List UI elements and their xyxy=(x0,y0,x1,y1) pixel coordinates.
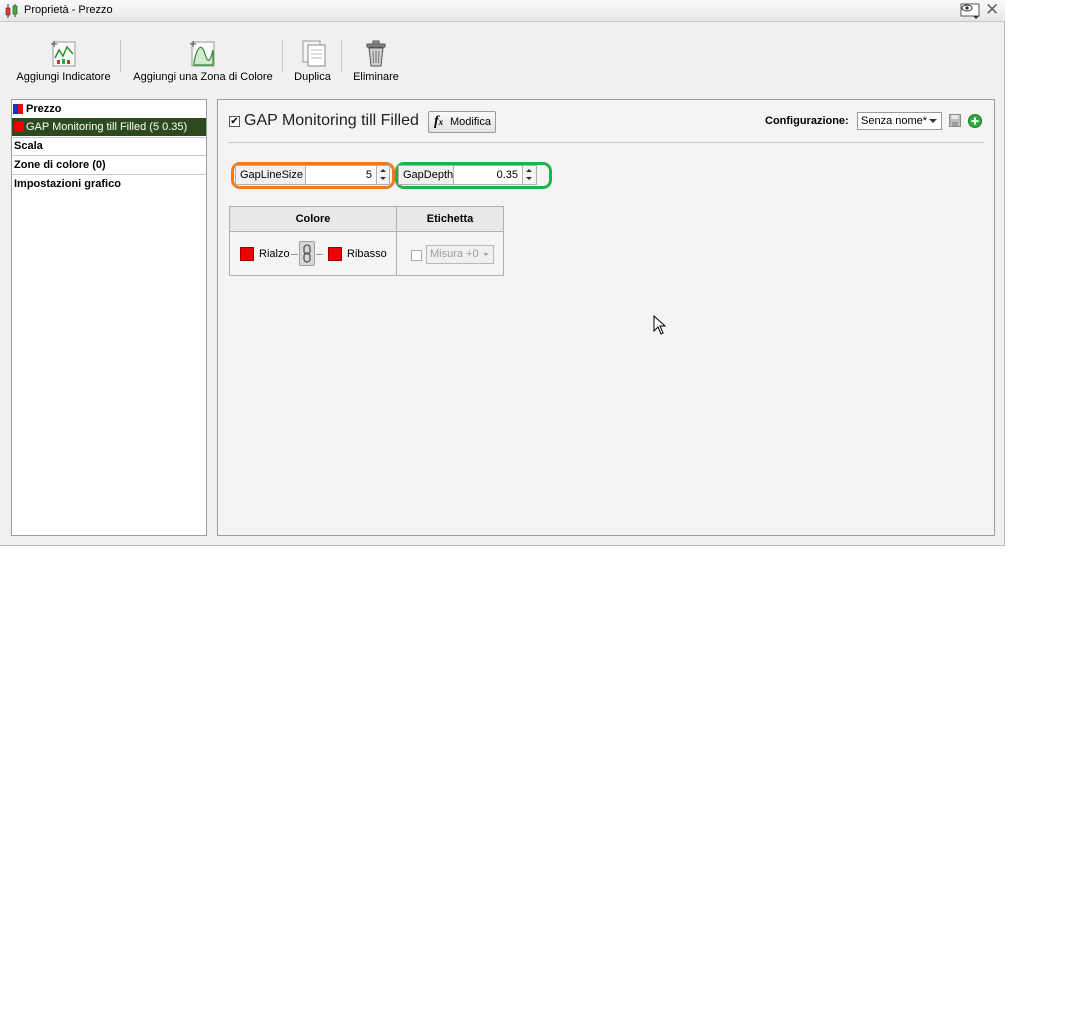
trash-icon xyxy=(366,40,386,67)
svg-text:+: + xyxy=(50,39,58,50)
gap-depth-spinner[interactable] xyxy=(522,166,534,184)
tree-item-color-zones-label: Zone di colore (0) xyxy=(14,159,106,171)
duplicate-label: Duplica xyxy=(294,71,331,83)
indicator-settings-panel: ✔ GAP Monitoring till Filled fx Modifica… xyxy=(217,99,995,536)
gap-line-size-spinner[interactable] xyxy=(376,166,388,184)
spin-down-icon xyxy=(380,177,386,180)
up-color-label: Rialzo xyxy=(259,248,290,260)
add-indicator-icon: + xyxy=(50,39,75,67)
add-indicator-label: Aggiungi Indicatore xyxy=(16,71,111,83)
tree-item-gap-indicator-label: GAP Monitoring till Filled (5 0.35) xyxy=(26,121,188,133)
gap-line-size-input[interactable]: 5 xyxy=(305,166,376,184)
link-line xyxy=(316,254,323,255)
duplicate-icon xyxy=(302,40,325,67)
down-color-swatch[interactable] xyxy=(328,247,342,261)
tree-item-color-zones[interactable]: Zone di colore (0) xyxy=(12,156,206,174)
toolbar: + Aggiungi Indicatore + Aggiungi una Zon… xyxy=(0,22,1005,92)
add-indicator-button[interactable]: + Aggiungi Indicatore xyxy=(16,38,111,83)
up-color-swatch[interactable] xyxy=(240,247,254,261)
configuration-select[interactable]: Senza nome* xyxy=(857,112,942,130)
duplicate-button[interactable]: Duplica xyxy=(290,38,335,83)
indicator-color-icon xyxy=(14,122,24,132)
indicator-name: GAP Monitoring till Filled xyxy=(244,112,419,129)
add-color-zone-icon: + xyxy=(189,39,215,67)
tree-item-price-label: Prezzo xyxy=(26,103,62,115)
edit-indicator-button[interactable]: fx Modifica xyxy=(428,111,496,133)
color-label-table: Colore Etichetta Rialzo Ribasso Misura +… xyxy=(229,206,504,276)
indicator-enabled-checkbox[interactable]: ✔ xyxy=(229,116,240,127)
window-title: Proprietà - Prezzo xyxy=(24,4,113,16)
down-color-label: Ribasso xyxy=(347,248,387,260)
toolbar-divider xyxy=(341,40,342,72)
tree-item-scale-label: Scala xyxy=(14,140,43,152)
title-bar: Proprietà - Prezzo ✕ xyxy=(0,0,1005,22)
tree-item-gap-indicator[interactable]: GAP Monitoring till Filled (5 0.35) xyxy=(12,118,206,136)
spin-up-icon xyxy=(526,169,532,172)
properties-tree: Prezzo GAP Monitoring till Filled (5 0.3… xyxy=(11,99,207,536)
tree-item-scale[interactable]: Scala xyxy=(12,137,206,155)
close-icon[interactable]: ✕ xyxy=(985,1,999,19)
add-configuration-icon[interactable] xyxy=(968,114,982,128)
gap-depth-label: GapDepth xyxy=(403,169,454,181)
toolbar-divider xyxy=(282,40,283,72)
label-measure-value: Misura +0 xyxy=(430,248,479,260)
eye-visibility-icon[interactable] xyxy=(958,2,982,20)
header-divider xyxy=(228,142,984,143)
svg-text:+: + xyxy=(189,39,197,50)
spin-up-icon xyxy=(380,169,386,172)
tree-item-chart-settings-label: Impostazioni grafico xyxy=(14,178,121,190)
label-column-header: Etichetta xyxy=(397,207,503,232)
spin-down-icon xyxy=(526,177,532,180)
chevron-down-icon xyxy=(929,119,937,123)
mouse-cursor-icon xyxy=(653,315,667,335)
edit-indicator-label: Modifica xyxy=(450,116,491,128)
gap-depth-input[interactable]: 0.35 xyxy=(453,166,522,184)
gap-line-size-label: GapLineSize xyxy=(240,169,303,181)
price-color-icon xyxy=(13,104,23,114)
gap-depth-param: GapDepth 0.35 xyxy=(398,165,537,185)
candlestick-app-icon xyxy=(5,4,18,18)
label-measure-select[interactable]: Misura +0 xyxy=(426,245,494,264)
configuration-label: Configurazione: xyxy=(765,115,849,127)
fx-icon: fx xyxy=(434,114,444,129)
link-line xyxy=(291,254,298,255)
column-divider xyxy=(396,207,397,275)
properties-window: Proprietà - Prezzo ✕ + Aggiungi Indicato… xyxy=(0,0,1005,546)
save-icon[interactable] xyxy=(949,114,961,127)
configuration-selected-value: Senza nome* xyxy=(861,115,928,127)
tree-item-chart-settings[interactable]: Impostazioni grafico xyxy=(12,175,206,193)
label-enabled-checkbox[interactable] xyxy=(411,250,422,261)
color-column-header: Colore xyxy=(230,207,396,232)
chain-link-icon[interactable] xyxy=(299,241,315,266)
chevron-down-icon xyxy=(483,253,489,256)
tree-item-price[interactable]: Prezzo xyxy=(12,100,206,118)
add-color-zone-label: Aggiungi una Zona di Colore xyxy=(133,71,273,83)
toolbar-divider xyxy=(120,40,121,72)
delete-button[interactable]: Eliminare xyxy=(352,38,400,83)
gap-line-size-param: GapLineSize 5 xyxy=(235,165,390,185)
add-color-zone-button[interactable]: + Aggiungi una Zona di Colore xyxy=(133,38,273,83)
delete-label: Eliminare xyxy=(353,71,399,83)
